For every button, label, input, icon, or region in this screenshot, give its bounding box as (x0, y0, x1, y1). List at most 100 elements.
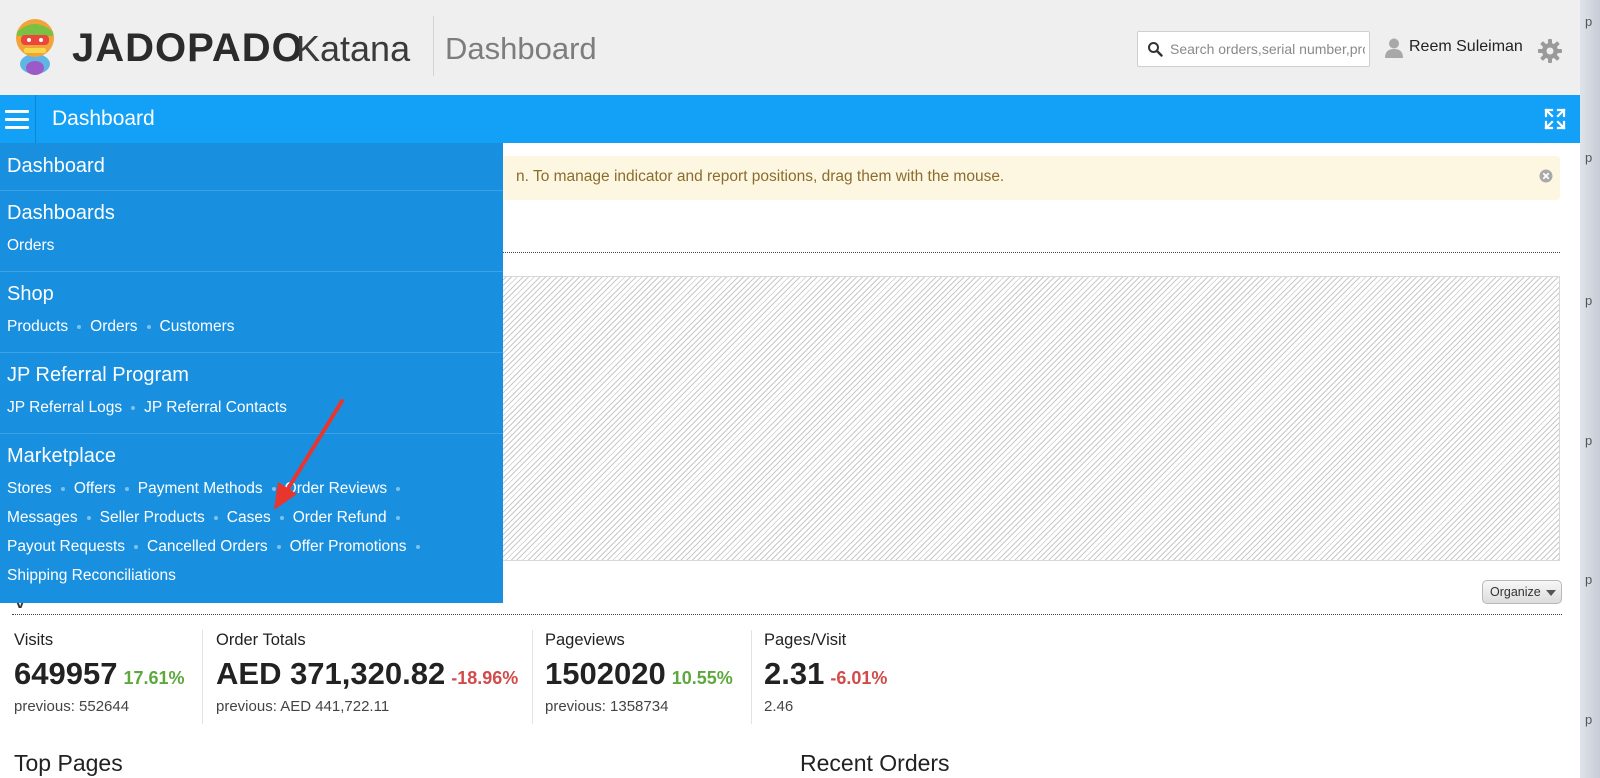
nav-link-cancelled-orders[interactable]: Cancelled Orders (147, 538, 268, 555)
edge-glyph: p (1585, 293, 1593, 308)
nav-group-referral: JP Referral Program JP Referral Logs JP R… (0, 353, 503, 434)
stat-value: AED 371,320.82 (216, 656, 446, 691)
brand-name: JADOPADO (72, 26, 304, 70)
navigation-menu: Dashboard Dashboards Orders Shop Product… (0, 143, 503, 603)
nav-group-marketplace: Marketplace Stores Offers Payment Methods O… (0, 434, 503, 603)
edge-glyph: p (1585, 572, 1593, 587)
title-bar: Dashboard (0, 95, 1580, 143)
bullet-separator (86, 515, 91, 520)
nav-link-offer-promotions[interactable]: Offer Promotions (290, 538, 407, 555)
bullet-separator (415, 544, 420, 549)
stat-change: 17.61% (123, 668, 185, 688)
user-name[interactable]: Reem Suleiman (1409, 38, 1523, 56)
stat-label: Pages/Visit (764, 631, 847, 649)
chart-placeholder (500, 276, 1560, 561)
top-pages-heading: Top Pages (14, 750, 123, 776)
nav-group-title: JP Referral Program (7, 364, 189, 386)
nav-links-row: Payout Requests Cancelled Orders Offer Pro… (7, 538, 429, 556)
notice-text: n. To manage indicator and report positi… (516, 168, 1005, 185)
bullet-separator (395, 515, 400, 520)
edge-glyph: p (1585, 14, 1593, 29)
desktop-edge-strip: p p p p p p (1580, 0, 1600, 778)
nav-group-dashboards: Dashboards Orders (0, 191, 503, 272)
nav-dashboard-link[interactable]: Dashboard (7, 155, 105, 178)
section-divider (12, 614, 1562, 615)
organize-button[interactable]: Organize (1482, 580, 1562, 604)
stat-change: -18.96% (451, 668, 519, 688)
nav-links: JP Referral Logs JP Referral Contacts (7, 399, 287, 417)
nav-links: Products Orders Customers (7, 318, 234, 336)
nav-link-offers[interactable]: Offers (74, 480, 116, 497)
bullet-separator (213, 515, 218, 520)
expand-icon[interactable] (1543, 107, 1567, 131)
bullet-separator (146, 324, 151, 329)
nav-group-title: Marketplace (7, 445, 116, 467)
nav-link-cases[interactable]: Cases (227, 509, 271, 526)
bullet-separator (271, 486, 276, 491)
nav-group-dashboard: Dashboard (0, 143, 503, 191)
bullet-separator (124, 486, 129, 491)
nav-link-shop-orders[interactable]: Orders (90, 318, 137, 335)
nav-link-customers[interactable]: Customers (160, 318, 235, 335)
bullet-separator (60, 486, 65, 491)
stat-label: Pageviews (545, 631, 625, 649)
stat-value-row: 649957 17.61% (14, 656, 185, 692)
recent-orders-heading: Recent Orders (800, 750, 950, 776)
nav-link-products[interactable]: Products (7, 318, 68, 335)
nav-links-row: Shipping Reconciliations (7, 567, 176, 585)
search-box[interactable] (1137, 31, 1370, 67)
stat-previous: previous: 1358734 (545, 698, 669, 715)
edge-glyph: p (1585, 150, 1593, 165)
nav-links-row: Messages Seller Products Cases Order Refund (7, 509, 409, 527)
caret-down-icon (1546, 590, 1556, 596)
bullet-separator (134, 544, 139, 549)
nav-group-title: Shop (7, 283, 54, 305)
gear-icon[interactable] (1537, 38, 1563, 64)
bullet-separator (279, 515, 284, 520)
stat-separator (532, 630, 533, 724)
nav-link-orders[interactable]: Orders (7, 237, 54, 254)
stat-change: 10.55% (671, 668, 733, 688)
close-icon[interactable] (1539, 169, 1553, 183)
section-divider (490, 252, 1560, 253)
nav-link-order-refund[interactable]: Order Refund (293, 509, 387, 526)
nav-link-seller-products[interactable]: Seller Products (100, 509, 205, 526)
stat-change: -6.01% (830, 668, 888, 688)
stat-value-row: 2.31 -6.01% (764, 656, 887, 692)
app-window: JADOPADO Katana Dashboard Reem Suleiman (0, 0, 1580, 778)
stat-value: 1502020 (545, 656, 666, 691)
nav-link-messages[interactable]: Messages (7, 509, 78, 526)
header-divider (433, 16, 434, 76)
info-notice: n. To manage indicator and report positi… (490, 156, 1560, 200)
nav-link-referral-contacts[interactable]: JP Referral Contacts (144, 399, 287, 416)
stat-value-row: 1502020 10.55% (545, 656, 733, 692)
hamburger-menu-icon[interactable] (0, 95, 36, 143)
stat-previous: 2.46 (764, 698, 794, 715)
nav-links: Orders (7, 237, 54, 255)
nav-link-payment-methods[interactable]: Payment Methods (138, 480, 263, 497)
bar-title: Dashboard (52, 107, 155, 130)
nav-link-shipping-reconciliations[interactable]: Shipping Reconciliations (7, 567, 176, 584)
stat-separator (751, 630, 752, 724)
nav-link-payout-requests[interactable]: Payout Requests (7, 538, 125, 555)
bullet-separator (77, 324, 82, 329)
user-icon[interactable] (1384, 37, 1404, 59)
product-name: Katana (296, 28, 411, 69)
logo-mascot-icon[interactable] (12, 16, 58, 76)
stat-previous: previous: 552644 (14, 698, 130, 715)
bullet-separator (131, 405, 136, 410)
stat-value: 2.31 (764, 656, 825, 691)
edge-glyph: p (1585, 712, 1593, 727)
nav-group-title: Dashboards (7, 202, 115, 224)
search-input[interactable] (1170, 38, 1365, 60)
stat-label: Visits (14, 631, 54, 649)
bullet-separator (276, 544, 281, 549)
nav-links-row: Stores Offers Payment Methods Order Reviews (7, 480, 409, 498)
stat-value: 649957 (14, 656, 118, 691)
top-header: JADOPADO Katana Dashboard Reem Suleiman (0, 0, 1580, 95)
edge-glyph: p (1585, 433, 1593, 448)
nav-link-referral-logs[interactable]: JP Referral Logs (7, 399, 122, 416)
stat-separator (202, 630, 203, 724)
nav-link-stores[interactable]: Stores (7, 480, 52, 497)
nav-link-order-reviews[interactable]: Order Reviews (285, 480, 388, 497)
